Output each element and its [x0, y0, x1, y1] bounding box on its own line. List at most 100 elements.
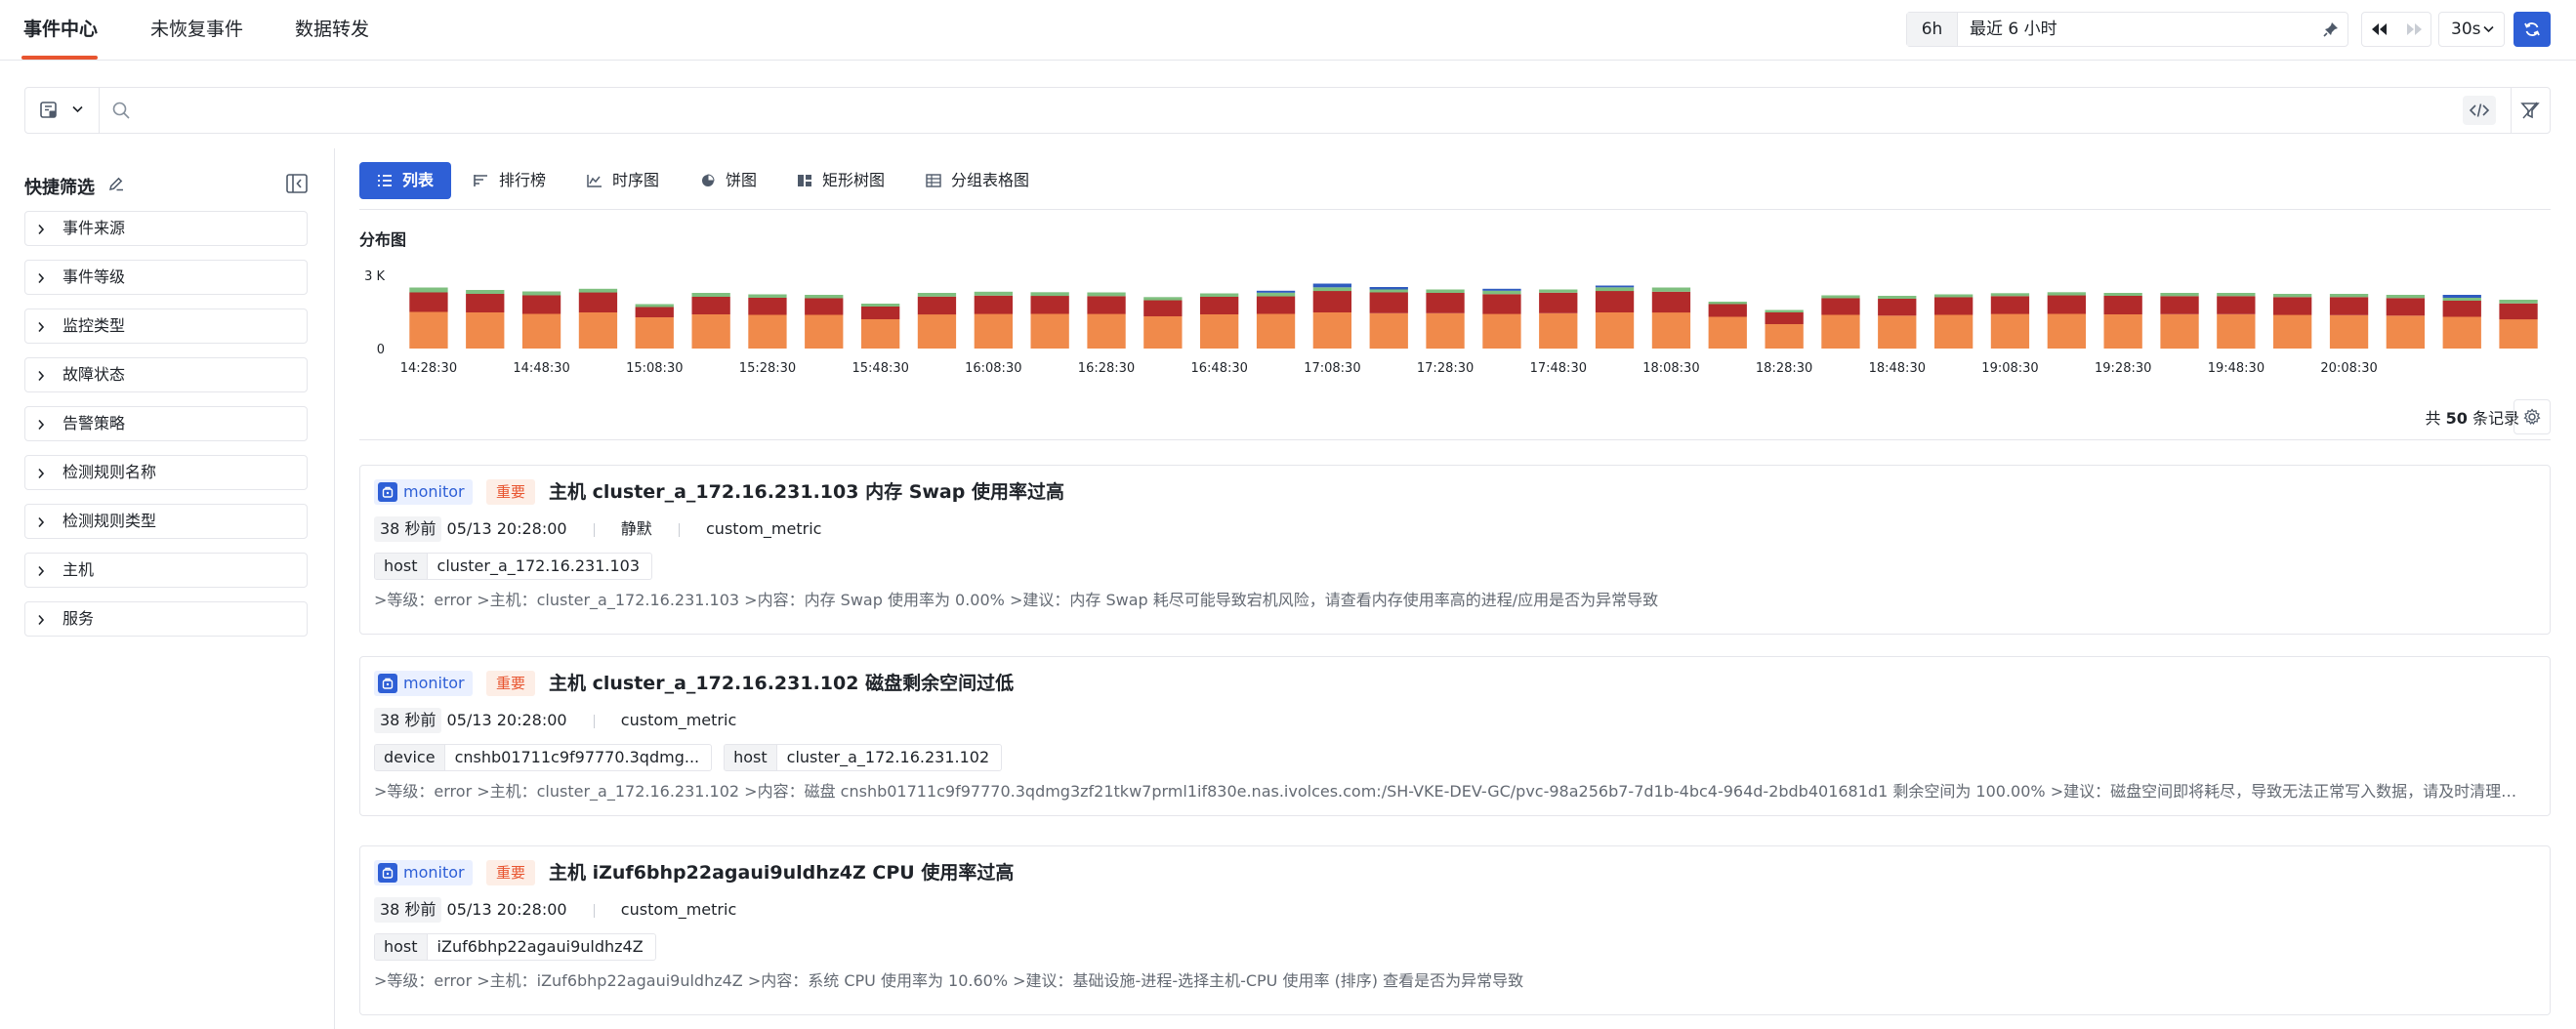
bar-segment[interactable]: [691, 297, 730, 314]
bar-segment[interactable]: [2442, 316, 2481, 350]
bar-segment[interactable]: [1651, 312, 1691, 349]
bar-segment[interactable]: [635, 304, 674, 308]
bar-segment[interactable]: [2442, 301, 2481, 317]
bar-segment[interactable]: [1482, 313, 1521, 350]
bar-segment[interactable]: [1765, 324, 1804, 349]
tag-chip[interactable]: host cluster_a_172.16.231.102: [724, 744, 1003, 771]
facet-fault-status[interactable]: 故障状态: [24, 357, 308, 392]
bar-segment[interactable]: [861, 319, 900, 349]
bar-segment[interactable]: [2103, 293, 2142, 296]
bar-segment[interactable]: [1482, 294, 1521, 314]
event-card[interactable]: monitor 重要 主机 iZuf6bhp22agaui9uldhz4Z CP…: [359, 845, 2551, 1015]
event-card[interactable]: monitor 重要 主机 cluster_a_172.16.231.102 磁…: [359, 656, 2551, 816]
facet-host[interactable]: 主机: [24, 553, 308, 588]
bar-segment[interactable]: [578, 312, 618, 349]
bar-segment[interactable]: [466, 312, 505, 349]
bar-segment[interactable]: [1878, 296, 1917, 299]
bar-segment[interactable]: [2273, 297, 2312, 315]
index-selector[interactable]: [25, 88, 100, 133]
bar-segment[interactable]: [1426, 312, 1465, 350]
bar-segment[interactable]: [748, 298, 787, 315]
bar-segment[interactable]: [974, 295, 1013, 314]
bar-segment[interactable]: [691, 293, 730, 297]
bar-segment[interactable]: [1143, 316, 1183, 349]
facet-rule-name[interactable]: 检测规则名称: [24, 455, 308, 490]
bar-segment[interactable]: [1765, 312, 1804, 324]
bar-segment[interactable]: [1087, 296, 1126, 314]
bar-segment[interactable]: [1595, 285, 1635, 288]
bar-segment[interactable]: [1369, 312, 1408, 350]
bar-segment[interactable]: [2217, 293, 2256, 297]
bar-segment[interactable]: [974, 291, 1013, 296]
bar-segment[interactable]: [1821, 298, 1860, 315]
bar-segment[interactable]: [1934, 297, 1974, 315]
bar-segment[interactable]: [635, 317, 674, 349]
bar-segment[interactable]: [1990, 296, 2030, 314]
bar-segment[interactable]: [2273, 314, 2312, 350]
bar-segment[interactable]: [1482, 288, 1521, 291]
bar-segment[interactable]: [1539, 289, 1578, 293]
bar-segment[interactable]: [1087, 292, 1126, 297]
view-tab-grouped-table[interactable]: 分组表格图: [926, 162, 1029, 199]
bar-segment[interactable]: [2386, 298, 2425, 316]
tag-chip[interactable]: host cluster_a_172.16.231.103: [374, 553, 652, 580]
refresh-button[interactable]: [2514, 12, 2551, 47]
bar-segment[interactable]: [2273, 294, 2312, 298]
bar-segment[interactable]: [1087, 313, 1126, 350]
collapse-sidebar-icon[interactable]: [286, 174, 308, 193]
bar-segment[interactable]: [917, 296, 957, 315]
tab-unrecovered-events[interactable]: 未恢复事件: [150, 0, 243, 59]
bar-segment[interactable]: [409, 311, 448, 350]
bar-segment[interactable]: [2103, 314, 2142, 349]
bar-segment[interactable]: [409, 287, 448, 293]
bar-segment[interactable]: [2386, 315, 2425, 350]
bar-segment[interactable]: [2499, 303, 2538, 320]
time-range-picker[interactable]: 6h 最近 6 小时: [1906, 12, 2348, 47]
bar-segment[interactable]: [635, 307, 674, 318]
bar-segment[interactable]: [1990, 313, 2030, 350]
bar-segment[interactable]: [1708, 302, 1747, 305]
bar-segment[interactable]: [1256, 292, 1296, 297]
bar-segment[interactable]: [1595, 312, 1635, 349]
bar-segment[interactable]: [1256, 290, 1296, 293]
tag-chip[interactable]: host iZuf6bhp22agaui9uldhz4Z: [374, 933, 656, 961]
bar-segment[interactable]: [805, 298, 844, 315]
bar-segment[interactable]: [1143, 297, 1183, 301]
bar-segment[interactable]: [2160, 313, 2199, 350]
bar-segment[interactable]: [2442, 295, 2481, 298]
bar-segment[interactable]: [1708, 316, 1747, 350]
bar-segment[interactable]: [805, 295, 844, 299]
bar-segment[interactable]: [1200, 297, 1239, 314]
bar-segment[interactable]: [1878, 315, 1917, 350]
bar-segment[interactable]: [861, 304, 900, 307]
bar-segment[interactable]: [2329, 314, 2369, 350]
bar-segment[interactable]: [409, 292, 448, 312]
bar-segment[interactable]: [1200, 293, 1239, 298]
edit-icon[interactable]: [107, 175, 125, 192]
bar-segment[interactable]: [2329, 297, 2369, 315]
bar-segment[interactable]: [2047, 292, 2086, 296]
bar-segment[interactable]: [2047, 313, 2086, 350]
refresh-interval-select[interactable]: 30s: [2438, 12, 2505, 47]
rewind-button[interactable]: [2362, 13, 2396, 46]
bar-segment[interactable]: [2499, 300, 2538, 304]
bar-segment[interactable]: [1426, 293, 1465, 313]
bar-segment[interactable]: [1030, 296, 1069, 314]
bar-segment[interactable]: [691, 314, 730, 349]
bar-segment[interactable]: [521, 313, 561, 350]
bar-segment[interactable]: [2329, 294, 2369, 298]
bar-segment[interactable]: [1312, 312, 1351, 349]
bar-segment[interactable]: [1934, 314, 1974, 350]
bar-segment[interactable]: [521, 295, 561, 314]
bar-segment[interactable]: [1765, 309, 1804, 313]
bar-segment[interactable]: [2442, 298, 2481, 301]
bar-segment[interactable]: [1595, 291, 1635, 312]
code-mode-button[interactable]: [2463, 96, 2496, 125]
view-tab-pie[interactable]: 饼图: [700, 162, 757, 199]
event-card[interactable]: monitor 重要 主机 cluster_a_172.16.231.103 内…: [359, 465, 2551, 635]
bar-segment[interactable]: [917, 314, 957, 349]
bar-segment[interactable]: [748, 294, 787, 299]
bar-segment[interactable]: [1821, 314, 1860, 350]
facet-event-level[interactable]: 事件等级: [24, 260, 308, 295]
bar-segment[interactable]: [1312, 287, 1351, 292]
